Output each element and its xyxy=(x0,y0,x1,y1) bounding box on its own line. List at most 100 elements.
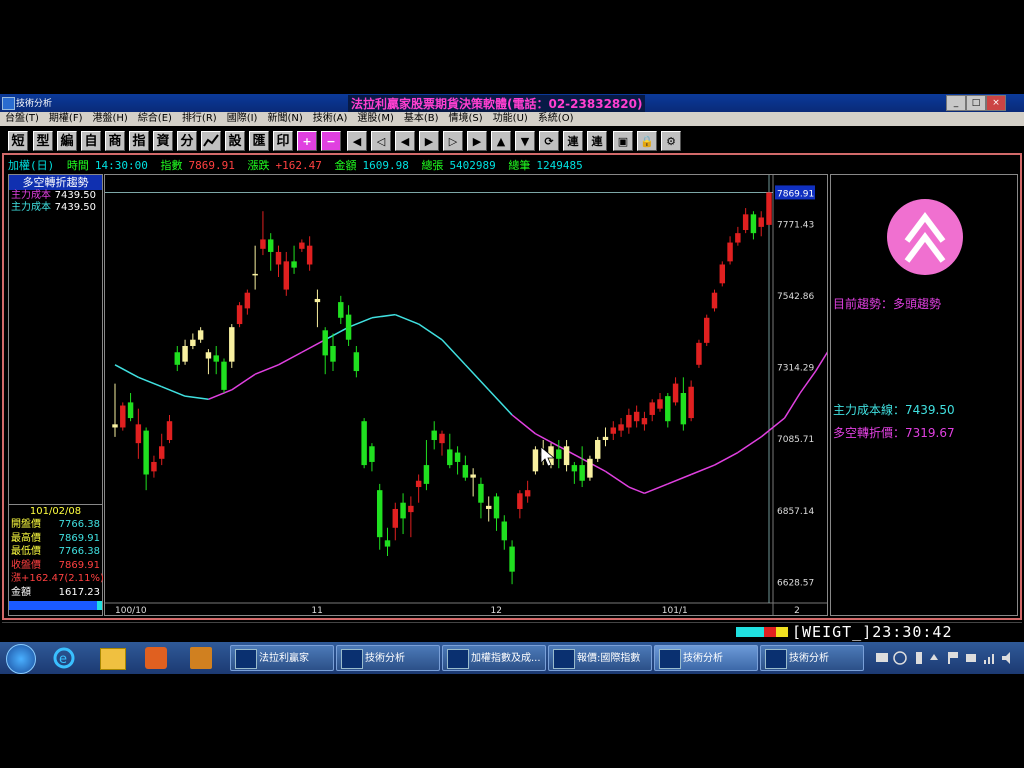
trend-header: 多空轉折趨勢 xyxy=(9,175,102,190)
toolbar-index-button[interactable]: 指 xyxy=(129,131,149,151)
trades-value: 1249485 xyxy=(536,159,583,172)
x-tick-label: 11 xyxy=(311,606,322,615)
taskbar-app-ferrari[interactable]: 法拉利贏家 xyxy=(230,645,334,671)
quote-row: 開盤價 7766.38 xyxy=(9,518,102,532)
ma-line-segment xyxy=(464,364,490,391)
menu-item-hk[interactable]: 港盤(H) xyxy=(87,112,132,126)
menu-item-futures[interactable]: 期權(F) xyxy=(44,112,88,126)
ma-line-segment xyxy=(208,389,233,400)
candle-body xyxy=(369,446,375,462)
refresh-icon[interactable]: ⟳ xyxy=(539,131,559,151)
candle-body xyxy=(532,449,539,472)
candle-body xyxy=(610,427,617,434)
system-tray xyxy=(872,648,1018,668)
next2-icon[interactable]: ▷ xyxy=(443,131,463,151)
taskbar-label: 加權指數及成... xyxy=(471,653,541,664)
candle-body xyxy=(602,436,609,441)
candle-body xyxy=(727,242,733,262)
up-icon[interactable]: ▲ xyxy=(491,131,511,151)
menu-item-taipan[interactable]: 台盤(T) xyxy=(0,112,44,126)
candle-body xyxy=(174,352,181,365)
taskbar-tech-2[interactable]: 技術分析 xyxy=(654,645,758,671)
taskbar-index-info[interactable]: 加權指數及成... xyxy=(442,645,546,671)
candle-body xyxy=(742,214,749,231)
ma-line-segment xyxy=(161,386,186,397)
quote-value: 7766.38 xyxy=(58,546,100,557)
candle-body xyxy=(384,540,391,547)
prev-icon[interactable]: ◀ xyxy=(395,131,415,151)
candle-body xyxy=(299,242,305,249)
volume-label: 總張 xyxy=(421,159,444,172)
toolbar-print-button[interactable]: 印 xyxy=(273,131,293,151)
close-button[interactable]: × xyxy=(986,95,1006,111)
menu-item-tech[interactable]: 技術(A) xyxy=(308,112,353,126)
menu-item-news[interactable]: 新聞(N) xyxy=(262,112,307,126)
tools-icon[interactable]: ⚙ xyxy=(661,131,681,151)
minus-icon[interactable]: − xyxy=(321,131,341,151)
status-bar: [WEIGT_]23:30:42 xyxy=(2,622,1022,641)
ma-line-segment xyxy=(737,436,762,454)
chart-icon[interactable] xyxy=(201,131,221,151)
candle-body xyxy=(587,458,593,478)
ie-icon[interactable]: e xyxy=(52,646,76,670)
toolbar-product-button[interactable]: 商 xyxy=(105,131,125,151)
menu-item-system[interactable]: 系統(O) xyxy=(533,112,579,126)
candle-body xyxy=(735,233,741,243)
candle-body xyxy=(501,521,508,541)
menu-item-basic[interactable]: 基本(B) xyxy=(399,112,444,126)
window-icon[interactable]: ▣ xyxy=(613,131,633,151)
link2-icon[interactable]: 連 xyxy=(587,131,607,151)
lock-icon[interactable]: 🔒 xyxy=(637,131,657,151)
menu-item-scenario[interactable]: 情境(S) xyxy=(444,112,488,126)
candle-body xyxy=(166,421,173,441)
window-titlebar: 技術分析 法拉利贏家股票期貨決策軟體(電話：02-23832820) _ □ × xyxy=(0,94,1024,112)
time-label: 時間 xyxy=(66,159,89,172)
toolbar-type-button[interactable]: 型 xyxy=(33,131,53,151)
y-tick-label: 7869.91 xyxy=(777,189,814,199)
explorer-icon[interactable] xyxy=(100,648,126,670)
toolbar-self-button[interactable]: 自 xyxy=(81,131,101,151)
candle-body xyxy=(275,251,282,265)
down-icon[interactable]: ▼ xyxy=(515,131,535,151)
next-icon[interactable]: ▶ xyxy=(419,131,439,151)
menu-item-select[interactable]: 選股(M) xyxy=(352,112,398,126)
toolbar-export-button[interactable]: 匯 xyxy=(249,131,269,151)
package-icon[interactable] xyxy=(190,647,212,669)
taskbar-tech-3[interactable]: 技術分析 xyxy=(760,645,864,671)
menu-item-intl[interactable]: 國際(I) xyxy=(222,112,263,126)
candle-body xyxy=(454,452,461,462)
link-icon[interactable]: 連 xyxy=(563,131,583,151)
toolbar-edit-button[interactable]: 編 xyxy=(57,131,77,151)
toolbar-data-button[interactable]: 資 xyxy=(153,131,173,151)
toolbar-settings-button[interactable]: 設 xyxy=(225,131,245,151)
taskbar-label: 技術分析 xyxy=(365,653,405,664)
media-player-icon[interactable] xyxy=(145,647,167,669)
plus-icon[interactable]: + xyxy=(297,131,317,151)
maximize-button[interactable]: □ xyxy=(966,95,986,111)
candle-body xyxy=(306,245,313,265)
prev2-icon[interactable]: ◁ xyxy=(371,131,391,151)
ma-line-segment xyxy=(799,370,817,394)
minimize-button[interactable]: _ xyxy=(946,95,966,111)
toolbar-short-button[interactable]: 短 xyxy=(8,131,28,151)
candle-body xyxy=(649,402,655,415)
ma-line-segment xyxy=(324,326,349,341)
last-icon[interactable]: ▶ xyxy=(467,131,487,151)
cost-value-2: 7439.50 xyxy=(54,202,96,213)
toolbar-minute-button[interactable]: 分 xyxy=(177,131,197,151)
candle-body xyxy=(236,305,243,325)
start-button[interactable] xyxy=(6,644,36,674)
first-icon[interactable]: ◀ xyxy=(347,131,367,151)
y-tick-label: 7771.43 xyxy=(777,220,814,230)
menu-item-ranking[interactable]: 排行(R) xyxy=(177,112,222,126)
taskbar-tech-1[interactable]: 技術分析 xyxy=(336,645,440,671)
ma-line-segment xyxy=(395,313,419,325)
candlestick-chart-area[interactable]: 7869.91 7771.43 7542.86 7314.29 7085.71 6857.… xyxy=(104,174,856,616)
menu-item-combined[interactable]: 綜合(E) xyxy=(133,112,177,126)
candle-body xyxy=(672,383,679,403)
menu-bar: 台盤(T) 期權(F) 港盤(H) 綜合(E) 排行(R) 國際(I) 新聞(N) 技術(A)… xyxy=(0,112,1024,126)
taskbar-intl-quote[interactable]: 報價:國際指數 xyxy=(548,645,652,671)
candle-body xyxy=(392,508,399,528)
menu-item-function[interactable]: 功能(U) xyxy=(488,112,533,126)
ma-line-segment xyxy=(184,395,209,401)
